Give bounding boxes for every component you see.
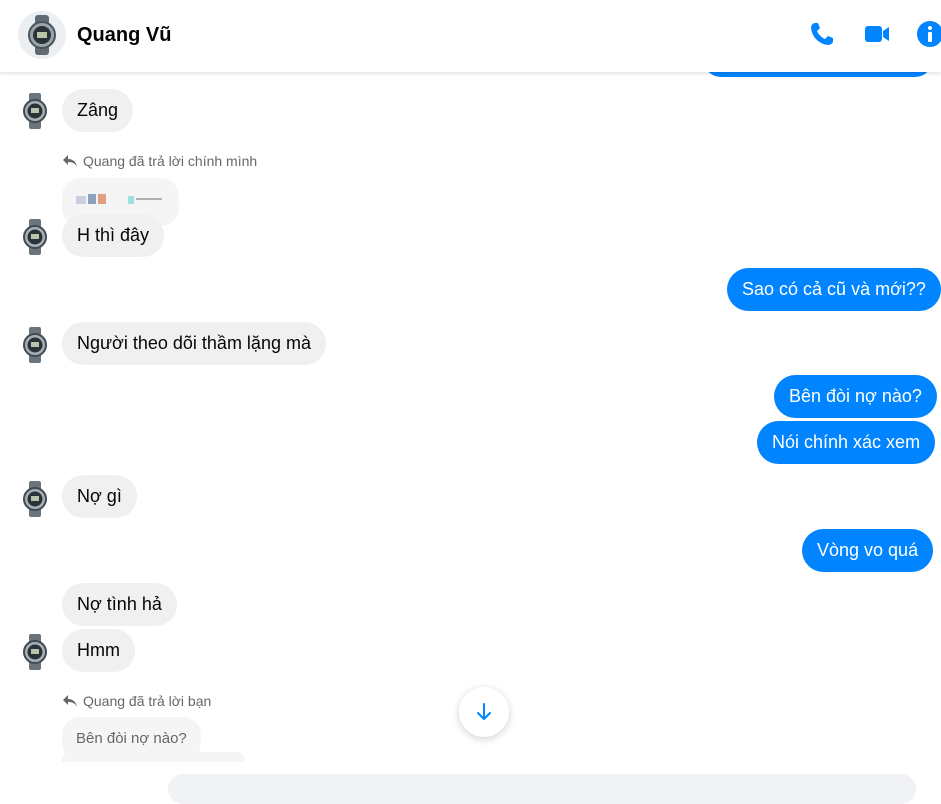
- scroll-to-bottom-button[interactable]: [459, 687, 509, 737]
- reply-label-text: Quang đã trả lời bạn: [83, 693, 212, 709]
- incoming-message-bubble[interactable]: Nợ gì: [62, 475, 137, 518]
- blurred-image-icon: [76, 194, 162, 204]
- reply-indicator: Quang đã trả lời bạn: [62, 693, 211, 709]
- video-camera-icon[interactable]: [863, 20, 891, 48]
- phone-icon[interactable]: [808, 20, 836, 48]
- reply-indicator: Quang đã trả lời chính mình: [62, 153, 257, 169]
- outgoing-message-bubble[interactable]: Sao có cả cũ và mới??: [727, 268, 941, 311]
- watch-avatar-icon[interactable]: [19, 634, 51, 670]
- outgoing-message-bubble[interactable]: Vòng vo quá: [802, 529, 934, 572]
- reply-arrow-icon: [63, 695, 77, 707]
- arrow-down-icon: [477, 703, 491, 720]
- message-composer-partial[interactable]: [168, 774, 916, 804]
- quoted-message-partial: [62, 752, 245, 762]
- incoming-message-bubble[interactable]: H thì đây: [62, 214, 165, 257]
- incoming-message-bubble[interactable]: Hmm: [62, 629, 135, 672]
- outgoing-message-bubble[interactable]: Bên đòi nợ nào?: [774, 375, 937, 418]
- incoming-message-bubble[interactable]: Zâng: [62, 89, 134, 132]
- watch-avatar-icon[interactable]: [19, 481, 51, 517]
- info-icon[interactable]: [916, 20, 941, 48]
- watch-avatar-icon: [18, 11, 66, 59]
- contact-avatar[interactable]: [18, 11, 66, 59]
- reply-label-text: Quang đã trả lời chính mình: [83, 153, 258, 169]
- watch-avatar-icon[interactable]: [19, 219, 51, 255]
- incoming-message-bubble[interactable]: Nợ tình hả: [62, 583, 177, 626]
- conversation-header: Quang Vũ: [0, 0, 941, 72]
- outgoing-message-bubble[interactable]: Nói chính xác xem: [757, 421, 936, 464]
- watch-avatar-icon[interactable]: [19, 93, 51, 129]
- reply-arrow-icon: [63, 155, 77, 167]
- watch-avatar-icon[interactable]: [19, 327, 51, 363]
- incoming-message-bubble[interactable]: Người theo dõi thầm lặng mà: [62, 322, 326, 365]
- contact-name[interactable]: Quang Vũ: [77, 24, 171, 47]
